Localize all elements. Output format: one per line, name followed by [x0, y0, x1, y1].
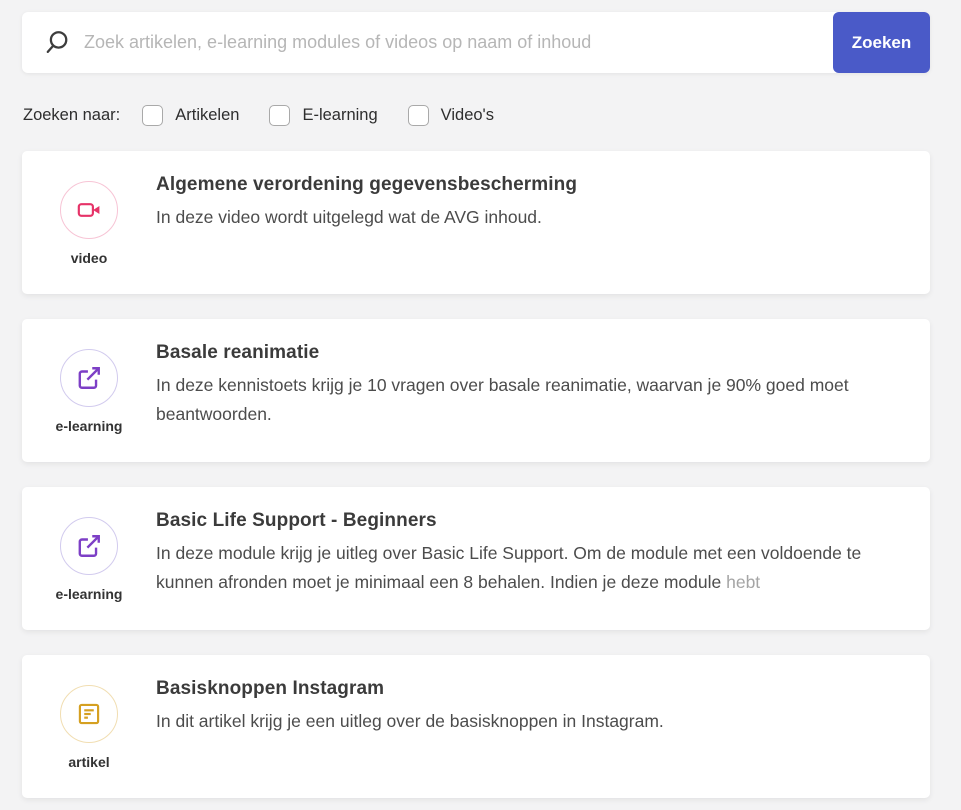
search-button[interactable]: Zoeken: [833, 12, 930, 73]
result-text-column: Basale reanimatie In deze kennistoets kr…: [156, 319, 930, 462]
result-icon-column: artikel: [22, 655, 156, 798]
result-icon-column: e-learning: [22, 319, 156, 462]
result-description-text: In deze kennistoets krijg je 10 vragen o…: [156, 375, 849, 424]
result-card-video[interactable]: video Algemene verordening gegevensbesch…: [22, 151, 930, 294]
filter-option-elearning[interactable]: E-learning: [269, 105, 377, 126]
result-description: In deze kennistoets krijg je 10 vragen o…: [156, 371, 900, 429]
result-icon-column: video: [22, 151, 156, 294]
result-title: Basic Life Support - Beginners: [156, 510, 900, 532]
result-type-label: e-learning: [56, 418, 123, 434]
result-type-label: e-learning: [56, 586, 123, 602]
result-text-column: Basisknoppen Instagram In dit artikel kr…: [156, 655, 930, 798]
search-page: Zoeken Zoeken naar: Artikelen E-learning…: [0, 0, 961, 798]
result-description: In deze module krijg je uitleg over Basi…: [156, 539, 900, 597]
result-card-elearning[interactable]: e-learning Basale reanimatie In deze ken…: [22, 319, 930, 462]
result-description-truncated: hebt: [726, 572, 760, 592]
result-title: Algemene verordening gegevensbescherming: [156, 174, 900, 196]
filter-option-videos[interactable]: Video's: [408, 105, 494, 126]
result-type-label: artikel: [68, 754, 109, 770]
result-type-label: video: [71, 250, 108, 266]
search-icon: [43, 29, 70, 56]
filter-option-label: E-learning: [302, 106, 377, 125]
external-link-icon: [60, 517, 118, 575]
article-document-icon: [60, 685, 118, 743]
result-text-column: Basic Life Support - Beginners In deze m…: [156, 487, 930, 630]
result-description-text: In dit artikel krijg je een uitleg over …: [156, 711, 664, 731]
filter-option-label: Artikelen: [175, 106, 239, 125]
filter-option-label: Video's: [441, 106, 494, 125]
result-card-elearning[interactable]: e-learning Basic Life Support - Beginner…: [22, 487, 930, 630]
result-text-column: Algemene verordening gegevensbescherming…: [156, 151, 930, 294]
artikelen-checkbox[interactable]: [142, 105, 163, 126]
result-description: In dit artikel krijg je een uitleg over …: [156, 707, 900, 736]
result-title: Basisknoppen Instagram: [156, 678, 900, 700]
filter-label: Zoeken naar:: [23, 106, 120, 125]
result-description-text: In deze video wordt uitgelegd wat de AVG…: [156, 207, 542, 227]
result-title: Basale reanimatie: [156, 342, 900, 364]
search-filter-row: Zoeken naar: Artikelen E-learning Video'…: [22, 105, 930, 126]
video-camera-icon: [60, 181, 118, 239]
elearning-checkbox[interactable]: [269, 105, 290, 126]
external-link-icon: [60, 349, 118, 407]
search-input[interactable]: [70, 12, 833, 73]
result-description: In deze video wordt uitgelegd wat de AVG…: [156, 203, 900, 232]
result-card-artikel[interactable]: artikel Basisknoppen Instagram In dit ar…: [22, 655, 930, 798]
filter-option-artikelen[interactable]: Artikelen: [142, 105, 239, 126]
result-icon-column: e-learning: [22, 487, 156, 630]
videos-checkbox[interactable]: [408, 105, 429, 126]
search-bar: Zoeken: [22, 12, 930, 73]
